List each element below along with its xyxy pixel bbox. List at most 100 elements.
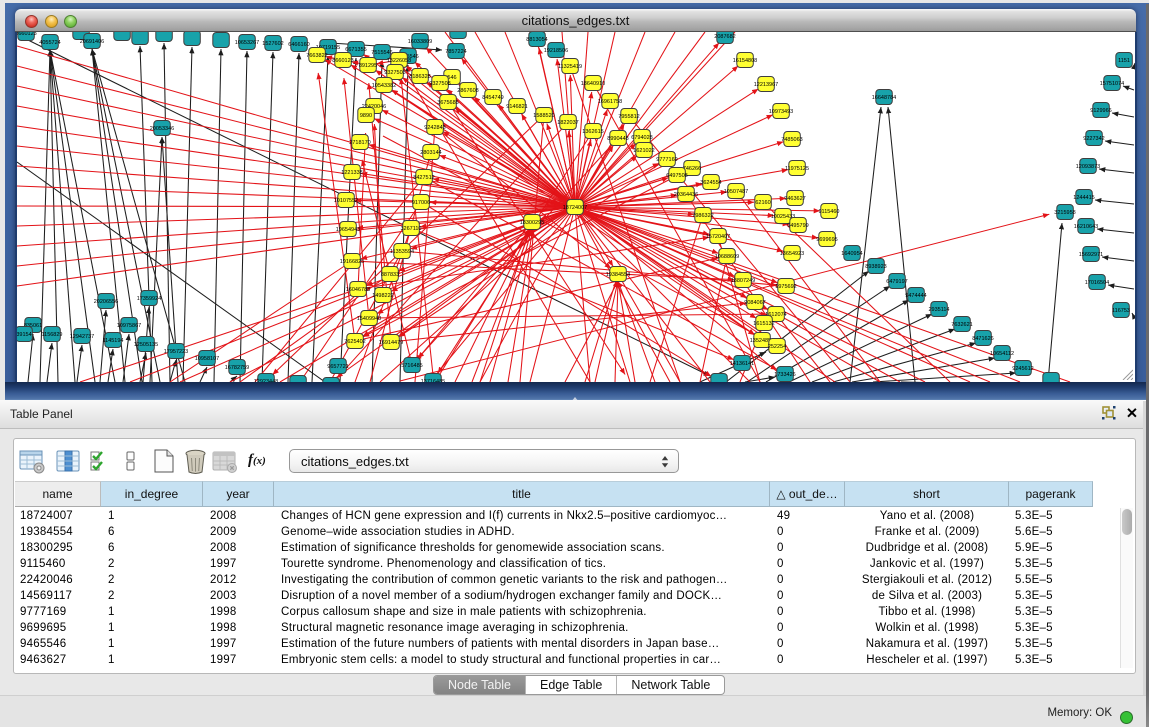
svg-text:17957223: 17957223 [164,349,188,355]
svg-text:9495799: 9495799 [787,223,808,229]
svg-text:16961758: 16961758 [598,99,622,105]
svg-text:8427512: 8427512 [413,175,434,181]
svg-text:13716485: 13716485 [421,379,445,382]
svg-text:16914479: 16914479 [379,340,403,346]
svg-text:18807249: 18807249 [731,278,755,284]
svg-text:6497508: 6497508 [666,173,687,179]
svg-text:7632621: 7632621 [951,322,972,328]
svg-text:9890: 9890 [360,113,372,119]
svg-text:12505135: 12505135 [134,342,158,348]
svg-text:7625402: 7625402 [344,339,365,345]
svg-text:15692971: 15692971 [1079,252,1103,258]
svg-text:7663822: 7663822 [306,53,327,59]
svg-text:1498222: 1498222 [372,293,393,299]
svg-text:9777169: 9777169 [656,157,677,163]
svg-text:8660123: 8660123 [17,32,37,37]
svg-text:9327503: 9327503 [384,70,405,76]
svg-text:887833: 887833 [381,272,399,278]
svg-text:17016504: 17016504 [1085,280,1109,286]
svg-text:9084067: 9084067 [744,300,765,306]
svg-text:13654923: 13654923 [780,251,804,257]
svg-text:7485063: 7485063 [781,137,802,143]
svg-text:11975125: 11975125 [785,166,809,172]
svg-text:13226058: 13226058 [387,58,411,64]
svg-text:12213967: 12213967 [754,82,778,88]
svg-text:9327508: 9327508 [429,81,450,87]
svg-text:9242843: 9242843 [424,125,445,131]
svg-text:12942737: 12942737 [70,334,94,340]
svg-text:1615132: 1615132 [753,321,774,327]
svg-text:1156829: 1156829 [41,332,62,338]
svg-text:891295: 891295 [359,63,377,69]
svg-text:19384554: 19384554 [606,272,630,278]
svg-text:19166825: 19166825 [340,259,364,265]
svg-text:10507487: 10507487 [724,189,748,195]
svg-text:10654112: 10654112 [990,351,1014,357]
svg-text:3675685: 3675685 [437,100,458,106]
svg-text:9474444: 9474444 [905,293,926,299]
svg-text:39154: 39154 [17,332,32,338]
svg-text:6671355: 6671355 [345,47,366,53]
svg-text:8813054: 8813054 [526,37,547,43]
svg-text:10688609: 10688609 [715,254,739,260]
svg-text:16033809: 16033809 [408,39,432,45]
svg-text:7857224: 7857224 [445,49,466,55]
svg-text:15720407: 15720407 [706,234,730,240]
svg-text:10653267: 10653267 [235,40,259,46]
svg-text:11325419: 11325419 [558,64,582,70]
svg-text:2867608: 2867608 [457,88,478,94]
svg-text:18300295: 18300295 [520,220,544,226]
svg-text:17359924: 17359924 [137,296,161,302]
svg-text:20053346: 20053346 [150,126,174,132]
svg-text:8990448: 8990448 [607,136,628,142]
svg-text:3624554: 3624554 [700,180,721,186]
svg-text:917006: 917006 [412,200,430,206]
svg-text:2087682: 2087682 [714,34,735,40]
svg-text:16210643: 16210643 [1074,224,1098,230]
svg-text:3267110: 3267110 [400,226,421,232]
svg-text:14136141: 14136141 [730,361,754,367]
svg-text:10107552: 10107552 [334,198,358,204]
svg-text:10973493: 10973493 [769,109,793,115]
svg-text:16648784: 16648784 [872,95,896,101]
svg-text:62160: 62160 [755,200,770,206]
svg-text:1640954: 1640954 [841,251,862,257]
svg-text:9657721: 9657721 [327,364,348,370]
svg-text:1362615: 1362615 [582,129,603,135]
svg-text:15409948: 15409948 [357,316,381,322]
svg-text:10958107: 10958107 [195,356,219,362]
svg-text:1822037: 1822037 [557,120,578,126]
svg-text:12093873: 12093873 [1076,164,1100,170]
svg-text:252254: 252254 [768,344,786,350]
svg-text:8186328: 8186328 [409,74,430,80]
svg-text:8938923: 8938923 [865,264,886,270]
svg-text:6794028: 6794028 [631,135,652,141]
svg-text:1588520: 1588520 [533,113,554,119]
svg-text:116753: 116753 [1112,308,1130,314]
svg-text:7955812: 7955812 [618,114,639,120]
svg-text:20364436: 20364436 [674,192,698,198]
svg-text:2803144: 2803144 [420,150,441,156]
svg-text:16046788: 16046788 [346,287,370,293]
svg-text:10543382: 10543382 [372,83,396,89]
svg-text:9129966: 9129966 [1090,108,1111,114]
svg-text:18640910: 18640910 [581,81,605,87]
svg-text:9227342: 9227342 [1083,136,1104,142]
svg-text:8471626: 8471626 [972,336,993,342]
svg-text:9115460: 9115460 [818,209,839,215]
svg-text:12923448: 12923448 [254,379,278,382]
svg-text:10975867: 10975867 [117,323,141,329]
svg-text:6479197: 6479197 [886,279,907,285]
svg-text:1621022: 1621022 [633,148,654,154]
svg-text:8660123: 8660123 [332,58,353,64]
svg-text:18724007: 18724007 [563,205,587,211]
svg-text:20691406: 20691406 [80,39,104,45]
svg-text:19218506: 19218506 [544,48,568,54]
svg-text:7986322: 7986322 [692,213,713,219]
svg-text:9146821: 9146821 [506,104,527,110]
svg-text:2935114: 2935114 [928,307,949,313]
svg-text:16154808: 16154808 [733,58,757,64]
svg-text:1151: 1151 [1118,58,1130,64]
svg-text:16782759: 16782759 [225,365,249,371]
svg-text:1145194: 1145194 [102,338,123,344]
